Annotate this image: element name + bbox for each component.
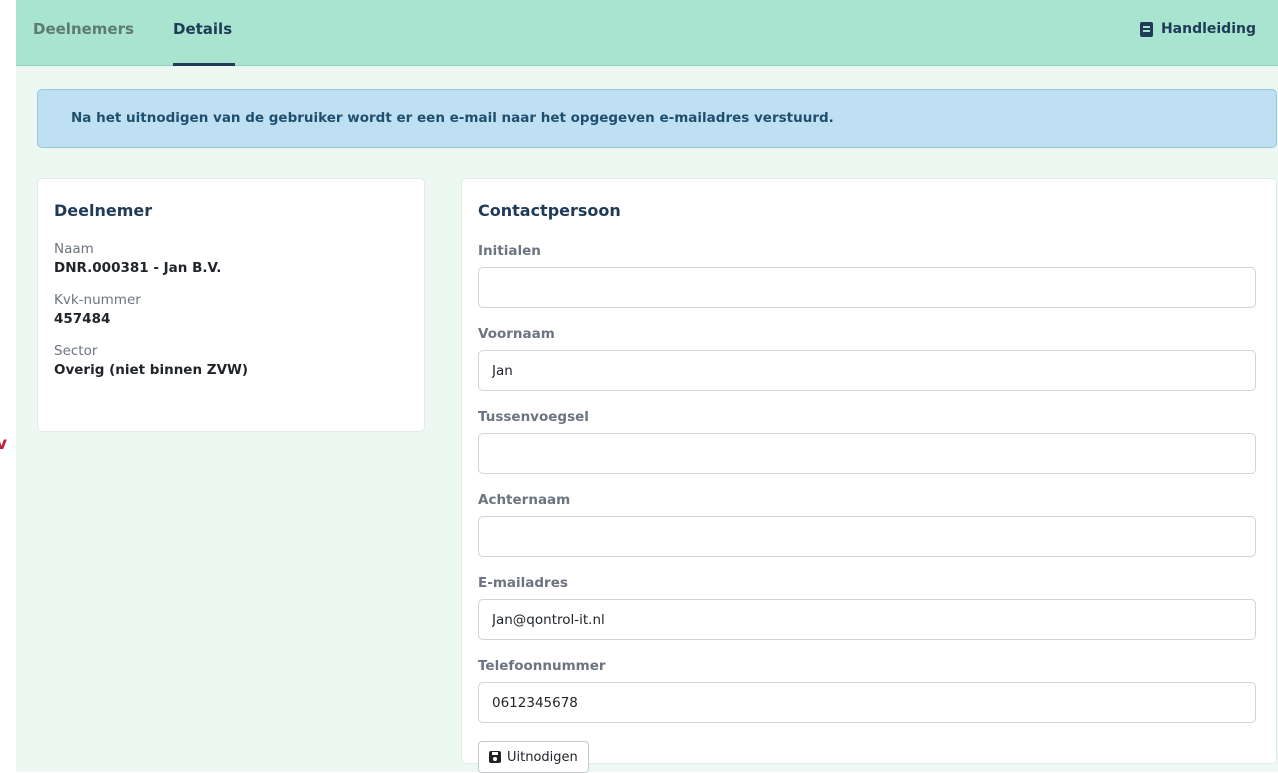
first-name-input[interactable] <box>478 350 1256 391</box>
book-icon <box>1139 21 1153 37</box>
email-input[interactable] <box>478 599 1256 640</box>
tab-deelnemers[interactable]: Deelnemers <box>33 20 134 38</box>
active-tab-indicator <box>173 63 235 66</box>
top-navigation-bar: Deelnemers Details Handleiding <box>16 0 1278 66</box>
manual-link[interactable]: Handleiding <box>1139 21 1256 37</box>
kvk-number-label: Kvk-nummer <box>54 292 141 308</box>
initials-label: Initialen <box>478 243 541 259</box>
participant-card: Deelnemer Naam DNR.000381 - Jan B.V. Kvk… <box>37 178 425 432</box>
kvk-number-value: 457484 <box>54 311 111 327</box>
first-name-label: Voornaam <box>478 326 555 342</box>
infix-label: Tussenvoegsel <box>478 409 589 425</box>
phone-label: Telefoonnummer <box>478 658 606 674</box>
invite-button-label: Uitnodigen <box>507 749 578 765</box>
save-icon <box>489 751 501 763</box>
name-label: Naam <box>54 241 94 257</box>
info-alert: Na het uitnodigen van de gebruiker wordt… <box>37 89 1277 148</box>
manual-link-label: Handleiding <box>1160 21 1256 37</box>
sector-value: Overig (niet binnen ZVW) <box>54 362 249 378</box>
contact-card-title: Contactpersoon <box>478 201 621 220</box>
last-name-label: Achternaam <box>478 492 571 508</box>
tab-details[interactable]: Details <box>173 20 232 38</box>
info-alert-text: Na het uitnodigen van de gebruiker wordt… <box>71 110 834 126</box>
sector-label: Sector <box>54 343 98 359</box>
sidebar-fragment-text: v <box>0 434 8 454</box>
invite-button[interactable]: Uitnodigen <box>478 741 589 773</box>
contact-person-card: Contactpersoon Initialen Voornaam Tussen… <box>461 178 1277 773</box>
initials-input[interactable] <box>478 267 1256 308</box>
email-label: E-mailadres <box>478 575 568 591</box>
name-value: DNR.000381 - Jan B.V. <box>54 260 222 276</box>
last-name-input[interactable] <box>478 516 1256 557</box>
participant-card-title: Deelnemer <box>54 201 153 220</box>
phone-input[interactable] <box>478 682 1256 723</box>
app-container: Deelnemers Details Handleiding Na het ui… <box>16 0 1278 773</box>
infix-input[interactable] <box>478 433 1256 474</box>
